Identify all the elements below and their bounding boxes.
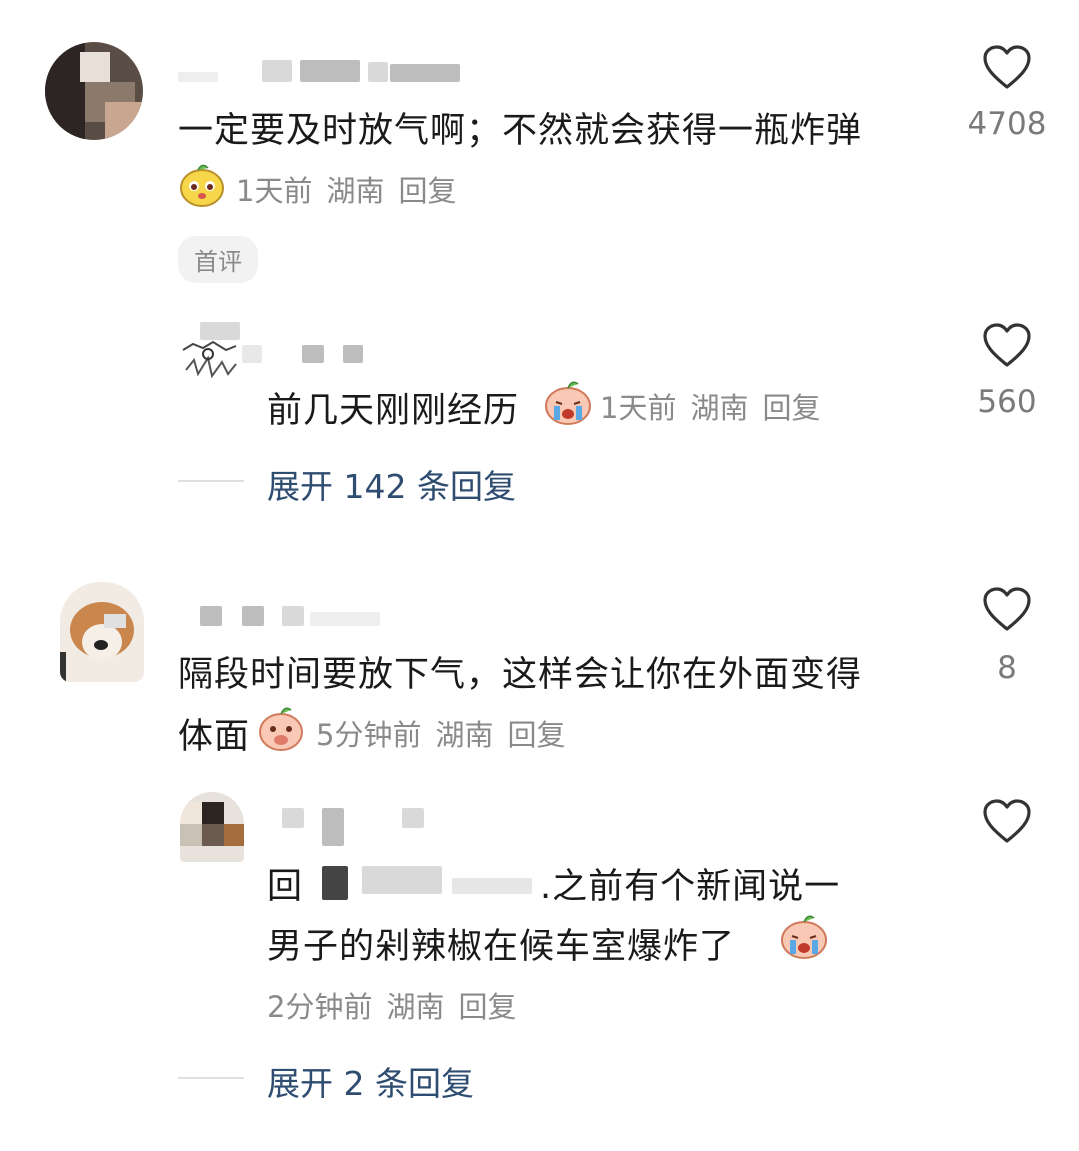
comment-text-line2: 体面 [178, 717, 251, 757]
reply-meta: 2分钟前 湖南 回复 [267, 984, 530, 1026]
reply-button[interactable]: 回复 [398, 174, 456, 208]
emoji-icon [545, 381, 591, 425]
expand-replies-button[interactable]: 展开 142 条回复 [267, 460, 516, 508]
comment-meta: 1天前 湖南 回复 [236, 168, 470, 210]
reply-text: 前几天刚刚经历 [267, 391, 520, 431]
comment-text: 一定要及时放气啊；不然就会获得一瓶炸弹 [178, 111, 863, 151]
avatar[interactable] [180, 792, 244, 862]
reply-text-line2: 男子的剁辣椒在候车室爆炸了 [267, 927, 736, 967]
like-count: 560 [977, 384, 1037, 420]
like-count: 4708 [967, 106, 1047, 142]
emoji-icon [259, 707, 303, 751]
reply-location: 湖南 [386, 990, 445, 1024]
reply-prefix: 回 [267, 867, 304, 907]
avatar[interactable] [60, 582, 144, 682]
comment-text-line1: 隔段时间要放下气，这样会让你在外面变得 [178, 655, 863, 695]
reply-button[interactable]: 回复 [458, 990, 516, 1024]
comment-time: 1天前 [236, 174, 313, 208]
like-count: 8 [997, 650, 1017, 686]
comment-time: 5分钟前 [316, 718, 422, 752]
reply-location: 湖南 [690, 391, 749, 425]
heart-icon[interactable] [982, 798, 1032, 844]
comment-location: 湖南 [435, 718, 494, 752]
emoji-icon [180, 164, 224, 207]
heart-icon[interactable] [982, 44, 1032, 90]
reply-button[interactable]: 回复 [507, 718, 565, 752]
comment-meta: 5分钟前 湖南 回复 [316, 712, 579, 754]
expand-divider [178, 480, 244, 482]
comment-location: 湖南 [326, 174, 385, 208]
expand-divider [178, 1077, 244, 1079]
reply-button[interactable]: 回复 [762, 391, 820, 425]
avatar[interactable] [45, 42, 143, 140]
heart-icon[interactable] [982, 322, 1032, 368]
reply-time: 1天前 [600, 391, 677, 425]
reply-meta: 1天前 湖南 回复 [600, 385, 834, 427]
reply-text-line1: .之前有个新闻说一 [540, 867, 841, 907]
emoji-icon [781, 915, 827, 959]
first-comment-tag: 首评 [178, 236, 258, 283]
reply-time: 2分钟前 [267, 990, 373, 1024]
heart-icon[interactable] [982, 586, 1032, 632]
expand-replies-button[interactable]: 展开 2 条回复 [267, 1057, 474, 1105]
